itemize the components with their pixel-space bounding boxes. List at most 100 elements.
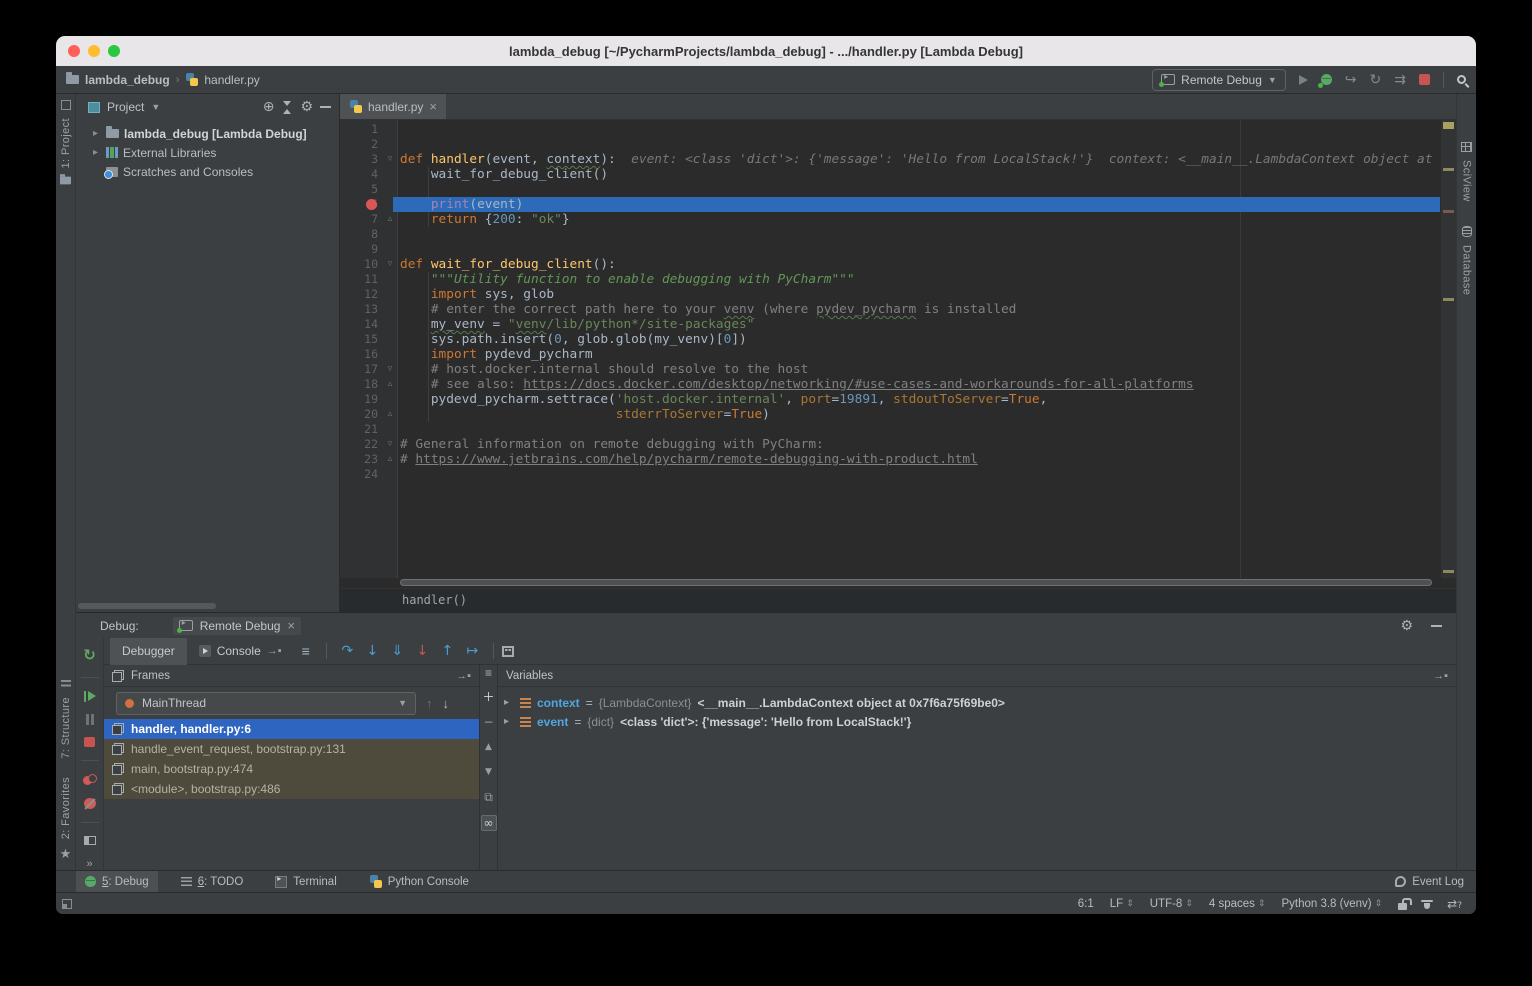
frame-row[interactable]: handler, handler.py:6: [104, 719, 479, 739]
stop-button[interactable]: [1419, 74, 1430, 85]
minimize-window-button[interactable]: [88, 45, 100, 57]
code-line[interactable]: 18▵ # see also: https://docs.docker.com/…: [340, 377, 1440, 392]
tool-window-switcher-icon[interactable]: [62, 899, 72, 909]
tab-console[interactable]: Console →▪: [187, 638, 294, 665]
run-to-cursor-icon[interactable]: ↦: [460, 643, 485, 659]
code-line[interactable]: 4 wait_for_debug_client(): [340, 167, 1440, 182]
tool-window-button-structure[interactable]: 7: Structure: [60, 697, 72, 759]
duplicate-watch-icon[interactable]: ⧉: [484, 790, 493, 804]
force-step-into-icon[interactable]: ↓: [410, 643, 435, 659]
close-icon[interactable]: ×: [287, 619, 295, 632]
sync-icon[interactable]: ⇄?: [1447, 897, 1462, 911]
next-frame-icon[interactable]: ↓: [443, 696, 450, 711]
add-watch-icon[interactable]: ＋: [482, 690, 494, 704]
code-line[interactable]: 22▿# General information on remote debug…: [340, 437, 1440, 452]
remove-watch-icon[interactable]: −: [483, 715, 493, 729]
fold-marker-icon[interactable]: ▿: [384, 437, 396, 452]
code-line[interactable]: 9: [340, 242, 1440, 257]
fold-marker-icon[interactable]: ▵: [384, 212, 396, 227]
hide-panel-icon[interactable]: [1431, 625, 1442, 627]
fold-marker-icon[interactable]: ▿: [384, 257, 396, 272]
tool-window-tab-terminal[interactable]: Terminal: [266, 871, 345, 893]
run-config-selector[interactable]: Remote Debug ▼: [1152, 69, 1286, 91]
project-tree-item[interactable]: Scratches and Consoles: [76, 162, 339, 181]
breadcrumb-project[interactable]: lambda_debug: [85, 73, 170, 87]
layout-settings-icon[interactable]: ≡: [302, 644, 310, 658]
stripe-mark[interactable]: [1443, 168, 1454, 171]
zoom-window-button[interactable]: [108, 45, 120, 57]
step-out-icon[interactable]: ↑: [435, 643, 460, 659]
scrollbar-thumb[interactable]: [400, 579, 1432, 586]
variable-row[interactable]: ▸event = {dict} <class 'dict'>: {'messag…: [498, 712, 1456, 731]
code-line[interactable]: 1: [340, 122, 1440, 137]
step-into-my-code-icon[interactable]: ⇓: [385, 643, 410, 659]
stop-icon[interactable]: [84, 737, 95, 747]
run-button[interactable]: [1299, 75, 1308, 85]
move-watch-down-icon[interactable]: ▼: [485, 765, 492, 779]
expand-arrow-icon[interactable]: ▸: [504, 697, 514, 708]
stripe-mark[interactable]: [1443, 122, 1454, 129]
options-menu-icon[interactable]: ≡: [485, 667, 492, 679]
float-panel-icon[interactable]: →▪: [1433, 670, 1448, 682]
restore-layout-icon[interactable]: [84, 836, 96, 845]
highlighting-level-icon[interactable]: [1421, 897, 1433, 910]
code-line[interactable]: 3▿def handler(event, context): event: <c…: [340, 152, 1440, 167]
tool-window-button-database[interactable]: Database: [1461, 245, 1473, 295]
code-line[interactable]: 12 import sys, glob: [340, 287, 1440, 302]
code-line[interactable]: 5: [340, 182, 1440, 197]
project-tree-item[interactable]: ▸External Libraries: [76, 143, 339, 162]
status-item[interactable]: 4 spaces⇕: [1209, 898, 1266, 910]
gear-icon[interactable]: ⚙: [1400, 619, 1413, 633]
fold-marker-icon[interactable]: ▵: [384, 452, 396, 467]
chevron-down-icon[interactable]: ▼: [151, 102, 160, 112]
step-into-icon[interactable]: ↓: [360, 643, 385, 659]
code-line[interactable]: 6 print(event): [340, 197, 1440, 212]
evaluate-expression-icon[interactable]: [502, 646, 514, 657]
close-window-button[interactable]: [68, 45, 80, 57]
attach-to-process-icon[interactable]: ↪: [1345, 72, 1357, 88]
frame-row[interactable]: handle_event_request, bootstrap.py:131: [104, 739, 479, 759]
tool-window-button-favorites[interactable]: 2: Favorites: [60, 777, 72, 839]
code-line[interactable]: 8: [340, 227, 1440, 242]
float-panel-icon[interactable]: →▪: [456, 670, 471, 682]
event-log-button[interactable]: Event Log: [1395, 876, 1464, 888]
fold-marker-icon[interactable]: ▵: [384, 407, 396, 422]
more-actions-icon[interactable]: »: [86, 858, 92, 870]
code-line[interactable]: 24: [340, 467, 1440, 482]
code-area[interactable]: 123▿def handler(event, context): event: …: [340, 120, 1456, 578]
fold-marker-icon[interactable]: ▿: [384, 362, 396, 377]
tool-window-tab-5-debug[interactable]: 5: Debug: [76, 871, 158, 893]
project-horizontal-scrollbar[interactable]: [78, 603, 216, 609]
error-stripe[interactable]: [1440, 120, 1456, 578]
rerun-icon[interactable]: ↻: [83, 646, 96, 664]
mute-breakpoints-icon[interactable]: [84, 798, 96, 809]
code-line[interactable]: 19 pydevd_pycharm.settrace('host.docker.…: [340, 392, 1440, 407]
move-watch-up-icon[interactable]: ▲: [485, 740, 492, 754]
code-line[interactable]: 10▿def wait_for_debug_client():: [340, 257, 1440, 272]
fold-marker-icon[interactable]: ▿: [384, 152, 396, 167]
tool-window-button-sciview[interactable]: SciView: [1461, 160, 1473, 202]
code-line[interactable]: 23▵# https://www.jetbrains.com/help/pych…: [340, 452, 1440, 467]
frame-row[interactable]: <module>, bootstrap.py:486: [104, 779, 479, 799]
code-line[interactable]: 15 sys.path.insert(0, glob.glob(my_venv)…: [340, 332, 1440, 347]
status-item[interactable]: UTF-8⇕: [1150, 898, 1193, 910]
breadcrumb-file[interactable]: handler.py: [204, 73, 259, 87]
editor-tab-handler-py[interactable]: handler.py ×: [340, 94, 446, 119]
search-everywhere-icon[interactable]: [1457, 75, 1466, 84]
frame-row[interactable]: main, bootstrap.py:474: [104, 759, 479, 779]
hide-panel-icon[interactable]: [320, 106, 331, 108]
breakpoint-dot[interactable]: [366, 199, 377, 210]
tool-window-button-project[interactable]: 1: Project: [60, 118, 72, 168]
close-icon[interactable]: ×: [429, 100, 437, 113]
editor-breadcrumb[interactable]: handler(): [340, 588, 1456, 612]
rerun-disabled-icon[interactable]: ↻: [1370, 72, 1382, 88]
scroll-to-end-icon[interactable]: →▪: [267, 645, 282, 657]
previous-frame-icon[interactable]: ↑: [426, 696, 433, 711]
variable-row[interactable]: ▸context = {LambdaContext} <__main__.Lam…: [498, 693, 1456, 712]
expand-arrow-icon[interactable]: ▸: [504, 716, 514, 727]
run-with-coverage-icon[interactable]: ⇉: [1394, 72, 1406, 88]
locate-file-icon[interactable]: ⊕: [263, 100, 275, 114]
stripe-mark[interactable]: [1443, 298, 1454, 301]
debug-session-tab[interactable]: Remote Debug ×: [173, 617, 301, 635]
code-line[interactable]: 16 import pydevd_pycharm: [340, 347, 1440, 362]
